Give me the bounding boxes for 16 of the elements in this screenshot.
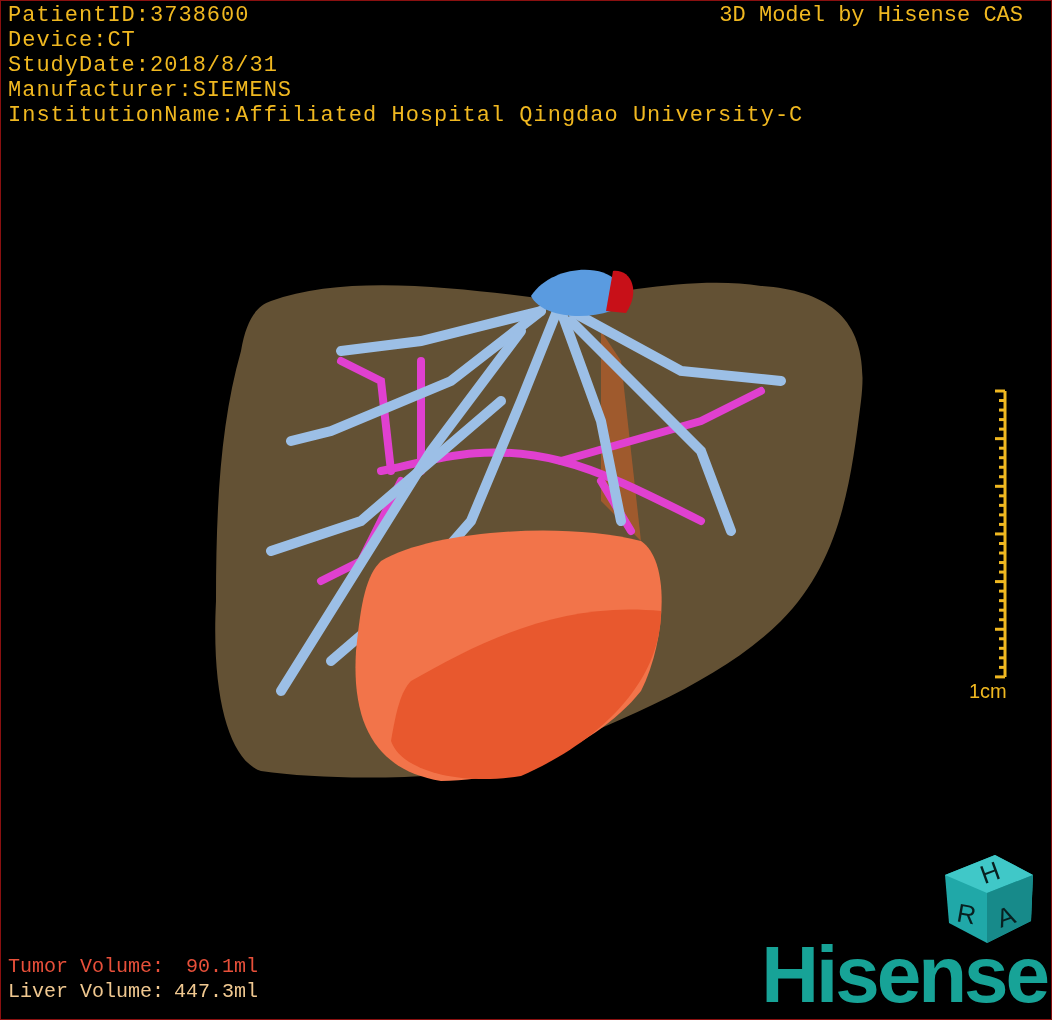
volume-label: Liver Volume: [8, 979, 165, 1004]
brand-logo: Hisense [761, 933, 1047, 1017]
scale-ruler-icon [992, 389, 1007, 679]
volume-value: 447.3ml [174, 979, 259, 1004]
cube-label: A [992, 899, 1020, 934]
cube-label: H [975, 855, 1004, 890]
info-line: PatientID:3738600 [8, 3, 250, 28]
info-line: StudyDate:2018/8/31 [8, 53, 278, 78]
volume-value: 90.1ml [185, 954, 259, 979]
cube-label: R [954, 897, 979, 931]
scale-label: 1cm [969, 679, 1007, 703]
info-line: InstitutionName:Affiliated Hospital Qingdao University-C [8, 103, 804, 128]
volume-label: Tumor Volume: [8, 954, 165, 979]
info-line: Device:CT [8, 28, 136, 53]
credit-text: 3D Model by Hisense CAS [719, 3, 1023, 28]
info-line: Manufacturer:SIEMENS [8, 78, 293, 103]
